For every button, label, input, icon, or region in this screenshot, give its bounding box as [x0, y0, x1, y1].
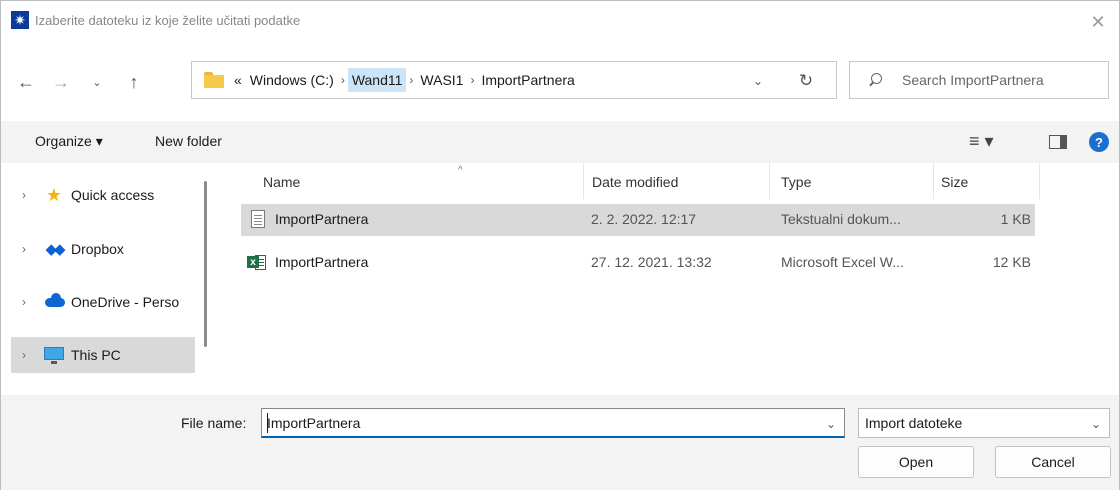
open-button[interactable]: Open — [858, 446, 974, 478]
breadcrumb-wasi1[interactable]: WASI1 — [416, 68, 467, 92]
help-icon[interactable]: ? — [1089, 132, 1109, 152]
file-name-label: File name: — [181, 415, 247, 431]
file-size: 12 KB — [992, 254, 1031, 270]
file-row[interactable]: x ImportPartnera 27. 12. 2021. 13:32 Mic… — [241, 247, 1035, 279]
address-dropdown-chevron-icon[interactable]: ⌄ — [748, 71, 768, 91]
breadcrumb-separator-icon[interactable]: › — [338, 73, 348, 87]
dropbox-icon: ◆◆ — [45, 240, 65, 258]
cancel-button[interactable]: Cancel — [995, 446, 1111, 478]
dialog-title: Izaberite datoteku iz koje želite učitat… — [35, 13, 301, 28]
breadcrumb-wand11[interactable]: Wand11 — [347, 68, 407, 92]
sidebar-item-label: Dropbox — [71, 241, 124, 257]
file-name-value: ImportPartnera — [267, 415, 361, 431]
close-button[interactable]: ✕ — [1083, 7, 1113, 37]
excel-file-icon: x — [247, 254, 267, 271]
view-options-icon[interactable]: ≡ ▾ — [969, 131, 1009, 153]
address-bar[interactable]: « Windows (C:) › Wand11 › WASI1 › Import… — [191, 61, 837, 99]
preview-pane-icon[interactable] — [1049, 135, 1067, 149]
this-pc-icon — [43, 346, 65, 364]
file-type-select[interactable]: Import datoteke ⌄ — [858, 408, 1110, 438]
onedrive-icon — [43, 293, 65, 311]
file-type: Microsoft Excel W... — [781, 254, 904, 270]
sidebar-item-label: Quick access — [71, 187, 155, 203]
text-caret — [267, 413, 268, 433]
sidebar-item-this-pc[interactable]: › This PC — [11, 337, 195, 373]
file-name-dropdown-chevron-icon[interactable]: ⌄ — [822, 415, 840, 433]
expand-chevron-icon[interactable]: › — [11, 188, 37, 202]
search-icon — [868, 73, 882, 87]
file-name: ImportPartnera — [275, 254, 369, 270]
sidebar-item-dropbox[interactable]: › ◆◆ Dropbox — [11, 231, 195, 267]
sidebar-item-onedrive[interactable]: › OneDrive - Perso — [11, 284, 195, 320]
breadcrumb: « Windows (C:) › Wand11 › WASI1 › Import… — [230, 62, 579, 98]
column-header-name[interactable]: Name ^ — [255, 163, 585, 201]
column-divider[interactable] — [769, 163, 770, 199]
breadcrumb-separator-icon[interactable]: › — [467, 73, 477, 87]
file-type: Tekstualni dokum... — [781, 211, 901, 227]
file-name-field[interactable]: ImportPartnera ⌄ — [261, 408, 845, 438]
recent-locations-chevron-icon[interactable]: ⌄ — [84, 69, 110, 95]
sidebar-item-label: This PC — [71, 347, 121, 363]
file-row[interactable]: ImportPartnera 2. 2. 2022. 12:17 Tekstua… — [241, 204, 1035, 236]
search-placeholder: Search ImportPartnera — [902, 72, 1044, 88]
search-input[interactable]: Search ImportPartnera — [849, 61, 1109, 99]
breadcrumb-importpartnera[interactable]: ImportPartnera — [477, 68, 578, 92]
title-bar: ✷ Izaberite datoteku iz koje želite učit… — [1, 1, 1119, 43]
sidebar-item-label: OneDrive - Perso — [71, 294, 180, 310]
column-header-name-label: Name — [263, 174, 301, 190]
file-type-value: Import datoteke — [865, 415, 963, 431]
file-date: 27. 12. 2021. 13:32 — [591, 254, 712, 270]
file-list: Name ^ Date modified Type Size ImportPar… — [217, 163, 1120, 395]
breadcrumb-overflow[interactable]: « — [230, 68, 246, 92]
sidebar-scrollbar[interactable] — [204, 181, 207, 347]
up-arrow-icon[interactable]: ↑ — [121, 69, 147, 95]
new-folder-button[interactable]: New folder — [155, 133, 222, 149]
app-star-icon: ✷ — [11, 11, 29, 29]
folder-icon — [204, 72, 224, 88]
breadcrumb-separator-icon[interactable]: › — [406, 73, 416, 87]
expand-chevron-icon[interactable]: › — [11, 348, 37, 362]
forward-arrow-icon[interactable]: → — [48, 69, 74, 95]
organize-button[interactable]: Organize ▾ — [35, 133, 103, 150]
back-arrow-icon[interactable]: ← — [13, 69, 39, 95]
navigation-pane: › ★ Quick access › ◆◆ Dropbox › OneDrive… — [1, 163, 217, 395]
sort-ascending-icon: ^ — [458, 165, 463, 176]
command-bar: Organize ▾ New folder ≡ ▾ ? — [1, 121, 1119, 163]
file-type-chevron-icon[interactable]: ⌄ — [1087, 415, 1105, 433]
navigation-bar: ← → ⌄ ↑ « Windows (C:) › Wand11 › WASI1 … — [1, 43, 1119, 121]
content-area: › ★ Quick access › ◆◆ Dropbox › OneDrive… — [1, 163, 1119, 395]
file-open-dialog: ✷ Izaberite datoteku iz koje želite učit… — [0, 0, 1120, 490]
column-divider[interactable] — [1039, 163, 1040, 199]
column-header-type[interactable]: Type — [773, 163, 933, 201]
column-header-size[interactable]: Size — [933, 163, 1039, 201]
file-date: 2. 2. 2022. 12:17 — [591, 211, 697, 227]
star-icon: ★ — [45, 185, 63, 205]
breadcrumb-windows-c[interactable]: Windows (C:) — [246, 68, 338, 92]
bottom-panel: File name: ImportPartnera ⌄ Import datot… — [1, 395, 1119, 490]
sidebar-item-quick-access[interactable]: › ★ Quick access — [11, 177, 195, 213]
file-size: 1 KB — [1000, 211, 1031, 227]
expand-chevron-icon[interactable]: › — [11, 295, 37, 309]
column-header-date-modified[interactable]: Date modified — [584, 163, 774, 201]
text-file-icon — [251, 210, 265, 228]
refresh-icon[interactable]: ↻ — [794, 69, 818, 93]
file-name: ImportPartnera — [275, 211, 369, 227]
expand-chevron-icon[interactable]: › — [11, 242, 37, 256]
